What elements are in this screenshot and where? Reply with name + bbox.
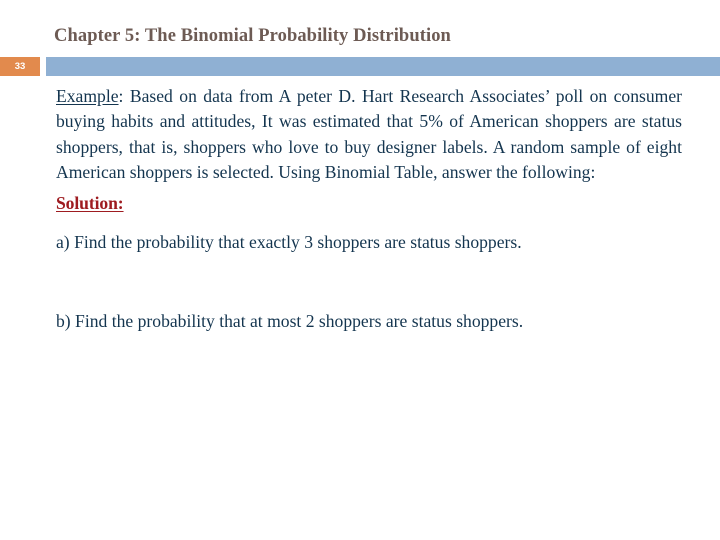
question-a: a) Find the probability that exactly 3 s… <box>56 232 522 253</box>
header-band: 33 <box>0 57 720 76</box>
header-divider-bar <box>46 57 720 76</box>
slide-canvas: Chapter 5: The Binomial Probability Dist… <box>0 0 720 540</box>
solution-label: Solution: <box>56 192 124 213</box>
example-label: Example <box>56 86 119 106</box>
solution-heading: Solution: <box>56 186 682 216</box>
page-title: Chapter 5: The Binomial Probability Dist… <box>54 26 451 46</box>
slide-body: Example: Based on data from A peter D. H… <box>56 84 682 335</box>
example-body-text: Based on data from A peter D. Hart Resea… <box>56 86 682 183</box>
question-b: b) Find the probability that at most 2 s… <box>56 311 524 332</box>
example-paragraph: Example: Based on data from A peter D. H… <box>56 84 682 186</box>
slide-number-badge: 33 <box>0 57 40 76</box>
